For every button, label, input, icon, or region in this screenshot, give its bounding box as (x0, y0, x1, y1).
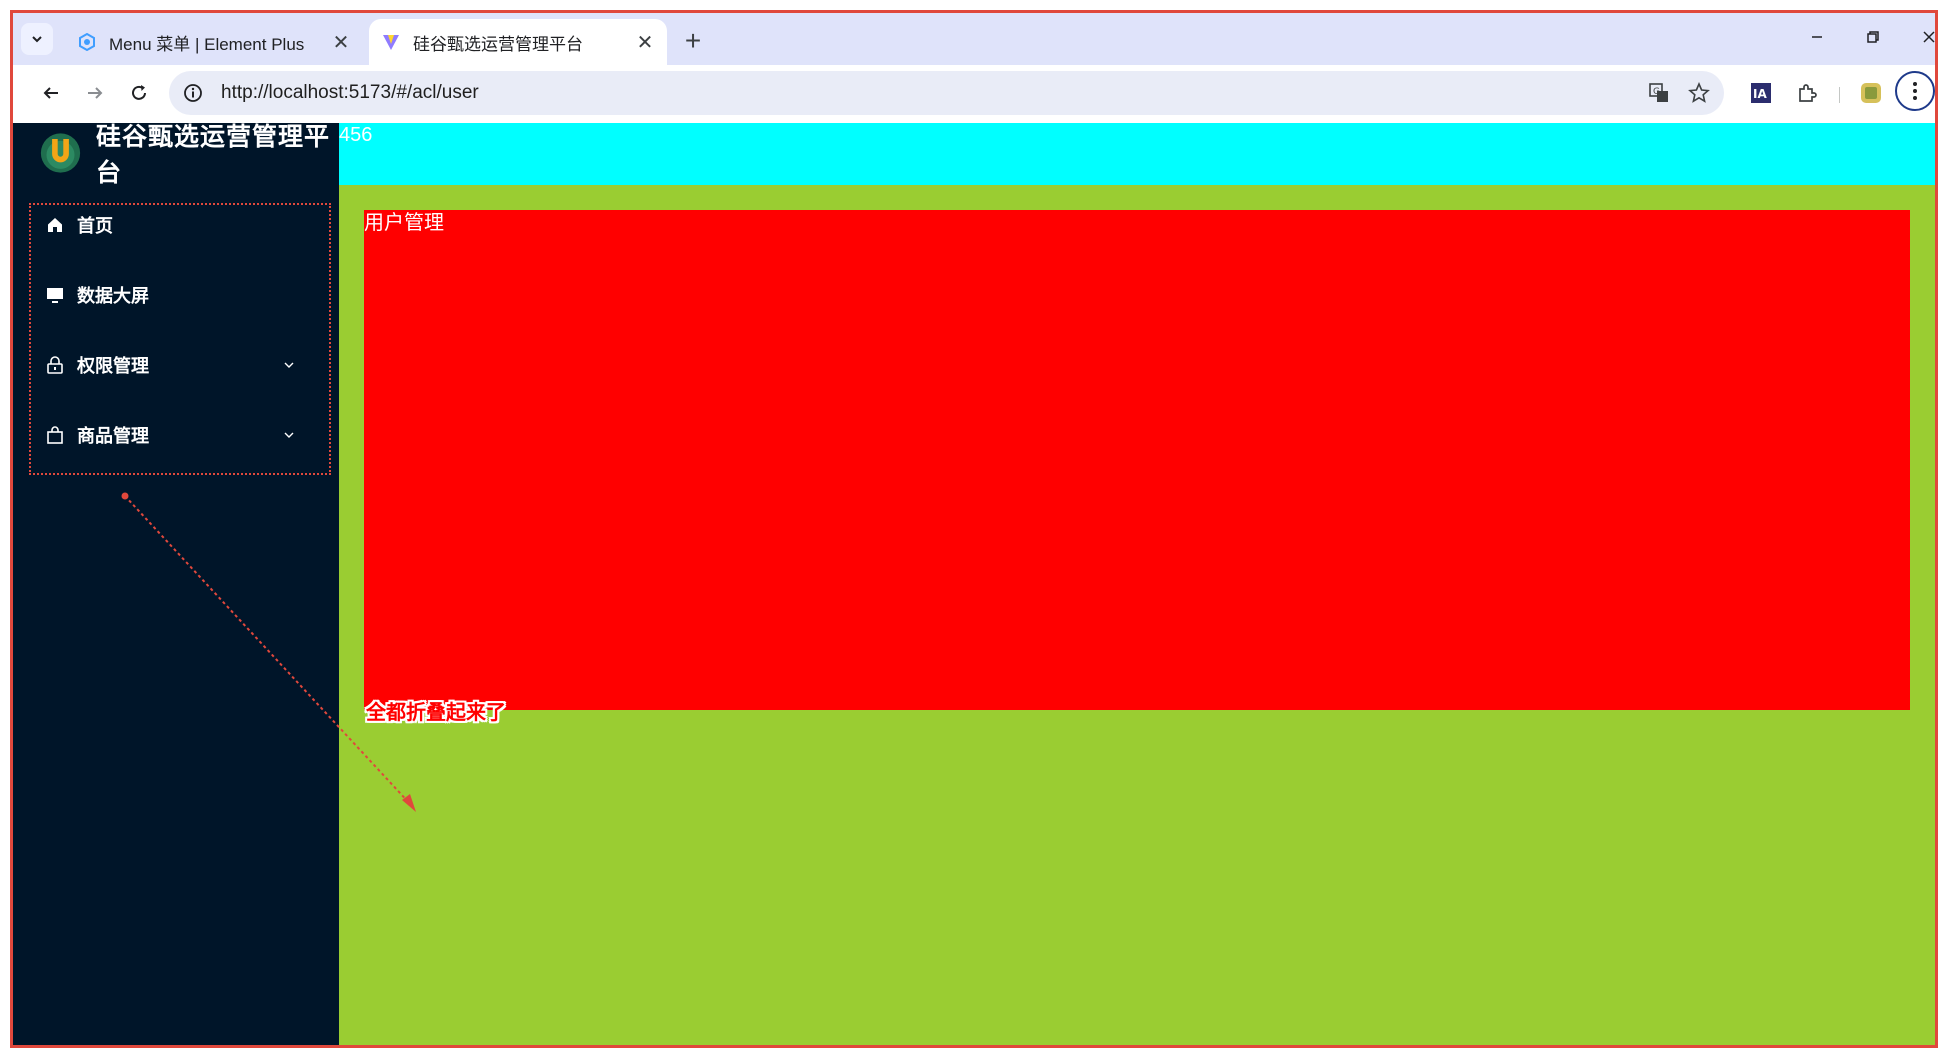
tab-bar: Menu 菜单 | Element Plus ✕ 硅谷甄选运营管理平台 ✕ + (13, 13, 1935, 65)
url-text[interactable]: http://localhost:5173/#/acl/user (221, 71, 479, 115)
logo[interactable]: 硅谷甄选运营管理平台 (39, 123, 339, 187)
lock-icon (45, 355, 65, 375)
tab-silicon-valley[interactable]: 硅谷甄选运营管理平台 ✕ (369, 19, 667, 65)
toolbar-divider (1839, 87, 1840, 103)
sidebar-menu: 首页 数据大屏 权限管理 商品管理 (29, 203, 331, 475)
tab-search-button[interactable] (21, 23, 53, 55)
svg-text:IA: IA (1753, 87, 1767, 101)
sidebar: 硅谷甄选运营管理平台 首页 数据大屏 权限管理 商品管理 (13, 123, 339, 1045)
logo-icon (40, 133, 81, 173)
restore-button[interactable] (1845, 19, 1901, 55)
menu-item-label: 首页 (77, 216, 113, 236)
close-icon[interactable]: ✕ (631, 28, 659, 56)
vite-icon (381, 32, 401, 52)
top-header: 456 (339, 123, 1935, 185)
page-title: 用户管理 (364, 212, 444, 234)
tab-title: Menu 菜单 | Element Plus (109, 34, 305, 54)
browser-window: Menu 菜单 | Element Plus ✕ 硅谷甄选运营管理平台 ✕ + (10, 10, 1938, 1048)
back-button[interactable] (33, 75, 69, 111)
browser-toolbar: http://localhost:5173/#/acl/user G IA (13, 65, 1935, 123)
content-panel: 用户管理 (364, 210, 1910, 710)
site-info-icon[interactable] (179, 79, 207, 107)
menu-item-home[interactable]: 首页 (45, 205, 317, 245)
ia-extension-icon[interactable]: IA (1743, 75, 1779, 111)
tab-title: 硅谷甄选运营管理平台 (413, 34, 583, 54)
close-icon (1923, 31, 1935, 43)
menu-item-label: 权限管理 (77, 356, 149, 376)
header-text: 456 (339, 124, 373, 146)
reload-button[interactable] (121, 75, 157, 111)
menu-item-permission[interactable]: 权限管理 (45, 345, 317, 385)
annotation-label: 全都折叠起来了 (366, 700, 506, 724)
shopping-bag-icon (45, 425, 65, 445)
tab-element-plus[interactable]: Menu 菜单 | Element Plus ✕ (65, 19, 363, 65)
restore-icon (1867, 31, 1879, 43)
monitor-icon (45, 285, 65, 305)
chevron-down-icon (279, 425, 299, 445)
menu-item-data-screen[interactable]: 数据大屏 (45, 275, 317, 315)
bookmark-star-icon[interactable] (1683, 77, 1715, 109)
svg-text:G: G (1653, 87, 1660, 97)
chevron-down-icon (279, 355, 299, 375)
more-vertical-icon (1913, 82, 1917, 100)
extensions-puzzle-icon[interactable] (1789, 75, 1825, 111)
profile-extension-icon[interactable] (1853, 75, 1889, 111)
chevron-down-icon (32, 36, 42, 43)
close-window-button[interactable] (1901, 19, 1935, 55)
translate-icon[interactable]: G (1643, 77, 1675, 109)
logo-title: 硅谷甄选运营管理平台 (95, 123, 330, 187)
menu-item-product[interactable]: 商品管理 (45, 415, 317, 455)
close-icon[interactable]: ✕ (327, 28, 355, 56)
reload-icon (132, 85, 146, 100)
minimize-icon (1812, 36, 1822, 38)
address-bar[interactable]: http://localhost:5173/#/acl/user G (169, 71, 1724, 115)
minimize-button[interactable] (1789, 19, 1845, 55)
main-area: 用户管理 (339, 185, 1935, 1045)
home-icon (45, 215, 65, 235)
menu-item-label: 数据大屏 (77, 286, 149, 306)
forward-button[interactable] (77, 75, 113, 111)
element-plus-icon (77, 32, 97, 52)
menu-item-label: 商品管理 (77, 426, 149, 446)
arrow-right-icon (88, 87, 103, 99)
arrow-left-icon (43, 87, 58, 99)
page-content: 硅谷甄选运营管理平台 首页 数据大屏 权限管理 商品管理 456 用户管理 (13, 123, 1935, 1045)
browser-menu-button[interactable] (1895, 71, 1935, 111)
new-tab-button[interactable]: + (677, 25, 709, 57)
